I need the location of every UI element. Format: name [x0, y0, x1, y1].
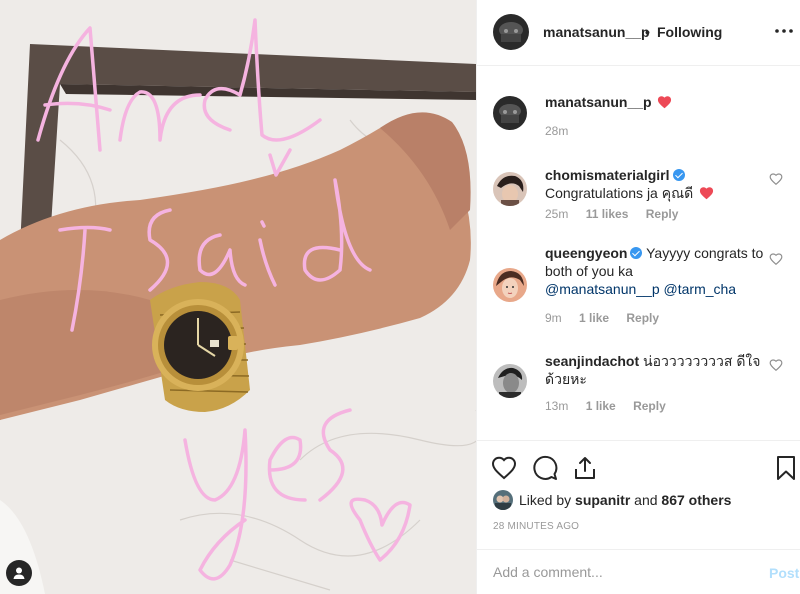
comment-meta: 13m 1 like Reply [545, 399, 680, 413]
liker-avatar[interactable] [493, 490, 513, 510]
caption-avatar[interactable] [493, 96, 527, 130]
commenter-avatar[interactable] [493, 364, 527, 398]
comment-username[interactable]: queengyeon [545, 245, 627, 261]
post-sidebar: manatsanun__p • Following manatsanun__p … [476, 0, 800, 594]
photo-scene [0, 0, 476, 594]
comment-mention[interactable]: @tarm_cha [664, 281, 737, 297]
user-tag-button[interactable] [6, 560, 32, 586]
liked-by-prefix: Liked by [519, 492, 572, 508]
comment-likes[interactable]: 1 like [579, 311, 609, 325]
more-horizontal-icon [775, 29, 793, 33]
comment-composer: Post [477, 549, 800, 594]
comment-username[interactable]: chomismaterialgirl [545, 167, 670, 183]
comment-likes[interactable]: 11 likes [586, 207, 629, 221]
verified-badge-icon [630, 247, 643, 259]
commenter-avatar[interactable] [493, 172, 527, 206]
comment-reply-button[interactable]: Reply [633, 399, 666, 413]
follow-status-button[interactable]: Following [657, 24, 722, 40]
liked-by-others[interactable]: 867 others [661, 492, 731, 508]
post-comment-button[interactable]: Post [769, 565, 799, 581]
caption-meta: 28m [545, 124, 582, 138]
comment-mention[interactable]: @manatsanun__p [545, 281, 660, 297]
liked-by-user[interactable]: supanitr [575, 492, 630, 508]
like-heart-icon[interactable] [491, 455, 517, 481]
comment-like-heart-icon[interactable] [769, 358, 783, 372]
liked-by-and: and [634, 492, 658, 508]
caption-username[interactable]: manatsanun__p [545, 94, 652, 110]
post-header: manatsanun__p • Following [477, 0, 800, 66]
caption-time[interactable]: 28m [545, 124, 568, 138]
comment-like-heart-icon[interactable] [769, 172, 783, 186]
person-icon [13, 567, 25, 579]
header-separator: • [645, 24, 650, 40]
comment-time[interactable]: 9m [545, 311, 562, 325]
comment-time[interactable]: 13m [545, 399, 568, 413]
verified-badge-icon [672, 169, 685, 181]
author-username[interactable]: manatsanun__p [543, 24, 650, 40]
comment-text: Congratulations ja คุณดี [545, 185, 694, 201]
commenter-avatar[interactable] [493, 268, 527, 302]
caption-body: manatsanun__p [545, 93, 771, 111]
post-photo[interactable] [0, 0, 476, 594]
comment-bubble-icon[interactable] [532, 455, 558, 481]
bookmark-icon[interactable] [773, 455, 799, 481]
post-timestamp[interactable]: 28 MINUTES AGO [493, 521, 579, 532]
author-avatar[interactable] [493, 14, 529, 50]
comment-reply-button[interactable]: Reply [626, 311, 659, 325]
comment-meta: 25m 11 likes Reply [545, 207, 692, 221]
comment-body: chomismaterialgirl Congratulations ja คุ… [545, 166, 771, 202]
comment-time[interactable]: 25m [545, 207, 568, 221]
comment-input[interactable] [493, 564, 743, 580]
red-heart-icon [658, 96, 672, 109]
comments-list[interactable]: manatsanun__p 28m chomismaterialgirl Con… [477, 66, 800, 440]
comment-username[interactable]: seanjindachot [545, 353, 639, 369]
share-icon[interactable] [572, 455, 598, 481]
comment-body: seanjindachot น่อววววววววส ดีใจด้วยหะ [545, 352, 771, 388]
red-heart-icon [700, 187, 714, 200]
comment-meta: 9m 1 like Reply [545, 311, 673, 325]
comment-body: queengyeon Yayyyy congrats to both of yo… [545, 244, 771, 298]
post-actions: Liked by supanitr and 867 others 28 MINU… [477, 440, 800, 594]
comment-likes[interactable]: 1 like [586, 399, 616, 413]
comment-reply-button[interactable]: Reply [646, 207, 679, 221]
liked-by-row: Liked by supanitr and 867 others [493, 490, 731, 510]
more-options-button[interactable] [773, 20, 795, 40]
comment-like-heart-icon[interactable] [769, 252, 783, 266]
